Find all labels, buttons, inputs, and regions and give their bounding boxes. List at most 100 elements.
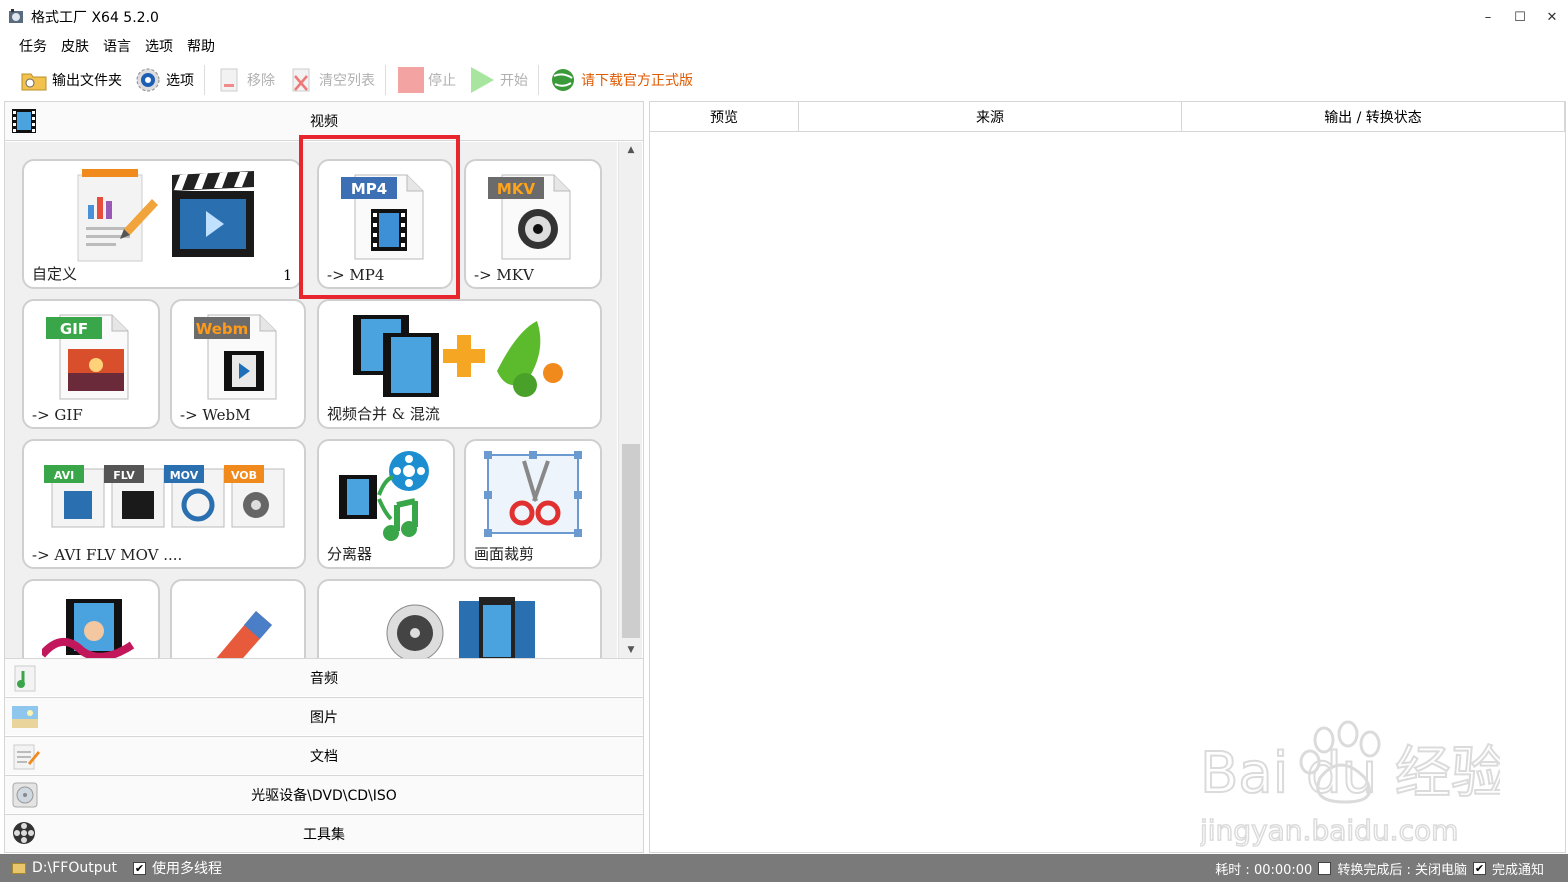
output-path[interactable]: D:\FFOutput	[32, 860, 117, 876]
mp4-badge-text: MP4	[351, 180, 387, 198]
menu-skin[interactable]: 皮肤	[54, 36, 96, 56]
mkv-badge-text: MKV	[497, 180, 536, 198]
category-video-header[interactable]: 视频	[5, 102, 643, 141]
tile-to-gif[interactable]: GIF -> GIF	[22, 299, 160, 429]
disc-drive-icon	[12, 782, 38, 808]
toolbar-divider	[385, 65, 386, 95]
tile-mp4-label: -> MP4	[327, 266, 385, 284]
after-convert-checkbox[interactable]	[1318, 861, 1332, 875]
tile-splitter[interactable]: 分离器	[317, 439, 455, 569]
document-chart-icon	[77, 169, 158, 262]
output-folder-button[interactable]: 输出文件夹	[14, 62, 128, 98]
music-note-icon	[14, 665, 36, 692]
tile-custom-label: 自定义	[32, 265, 78, 283]
tile-multi-label: -> AVI FLV MOV ....	[32, 546, 183, 564]
category-toolbox-label: 工具集	[303, 826, 345, 843]
window-title: 格式工厂 X64 5.2.0	[31, 10, 159, 26]
options-button[interactable]: 选项	[128, 62, 200, 98]
flv-badge-text: FLV	[113, 469, 135, 482]
webm-file-icon: Webm	[194, 314, 277, 400]
tile-mobile-device[interactable]	[317, 579, 602, 658]
folder-icon	[21, 73, 47, 91]
category-audio[interactable]: 音频	[5, 658, 643, 696]
scroll-thumb[interactable]	[622, 444, 640, 638]
tile-to-webm[interactable]: Webm -> WebM	[170, 299, 306, 429]
video-tools-scrollbar[interactable]: ▲ ▼	[618, 142, 642, 658]
globe-icon	[552, 69, 574, 91]
download-official-link[interactable]: 请下载官方正式版	[543, 62, 699, 98]
tile-eraser[interactable]	[170, 579, 306, 658]
column-output-status[interactable]: 输出 / 转换状态	[1182, 102, 1565, 131]
vob-badge-text: VOB	[231, 469, 257, 482]
film-reel-icon	[13, 822, 35, 844]
tile-to-mp4[interactable]: MP4 -> MP4	[317, 159, 453, 289]
output-folder-label: 输出文件夹	[52, 73, 122, 89]
remove-label: 移除	[247, 73, 275, 89]
options-label: 选项	[166, 73, 194, 89]
tile-custom[interactable]: 自定义 1	[22, 159, 302, 289]
play-icon	[471, 67, 494, 93]
tile-to-avi-flv-mov[interactable]: AVI FLV MOV VOB -> AVI FLV MOV ....	[22, 439, 306, 569]
tile-video-edit[interactable]	[22, 579, 160, 658]
category-image[interactable]: 图片	[5, 697, 643, 735]
clear-list-button[interactable]: 清空列表	[281, 62, 381, 98]
tile-gif-label: -> GIF	[32, 406, 83, 424]
gear-icon	[136, 68, 160, 92]
film-icon	[12, 109, 36, 133]
category-toolbox[interactable]: 工具集	[5, 814, 643, 852]
category-audio-label: 音频	[310, 670, 338, 687]
video-tools-grid: 自定义 1 MP4 -> MP4 MKV -> MKV GIF -> GIF W…	[5, 142, 617, 658]
category-document-label: 文档	[310, 748, 338, 765]
column-preview[interactable]: 预览	[650, 102, 799, 131]
tile-crop-label: 画面裁剪	[474, 545, 535, 563]
menu-language[interactable]: 语言	[96, 36, 138, 56]
category-document[interactable]: 文档	[5, 736, 643, 774]
column-source[interactable]: 来源	[799, 102, 1182, 131]
download-official-label: 请下载官方正式版	[581, 73, 693, 89]
menu-task[interactable]: 任务	[12, 36, 54, 56]
mov-badge-text: MOV	[170, 469, 199, 482]
minimize-button[interactable]: –	[1472, 0, 1504, 34]
multithread-label: 使用多线程	[151, 861, 222, 877]
start-label: 开始	[500, 73, 528, 89]
gif-badge-text: GIF	[60, 320, 88, 338]
watermark-brand: Bai du 经验	[1200, 741, 1500, 806]
scroll-up-icon[interactable]: ▲	[619, 142, 643, 158]
tile-crop[interactable]: 画面裁剪	[464, 439, 602, 569]
menu-options[interactable]: 选项	[138, 36, 180, 56]
mp4-file-icon: MP4	[341, 174, 424, 260]
multithread-checkbox[interactable]: ✔	[132, 861, 146, 875]
maximize-button[interactable]: ☐	[1504, 0, 1536, 34]
mkv-file-icon: MKV	[488, 174, 571, 260]
menu-help[interactable]: 帮助	[180, 36, 222, 56]
tile-mkv-label: -> MKV	[474, 266, 534, 284]
category-disc[interactable]: 光驱设备\DVD\CD\ISO	[5, 775, 643, 813]
stop-button[interactable]: 停止	[390, 62, 462, 98]
tile-merge-mux[interactable]: 视频合并 & 混流	[317, 299, 602, 429]
category-panel: 视频 自定义 1 MP4 -> MP4 MKV -> MKV GIF -> GI…	[4, 101, 644, 853]
toolbar: 输出文件夹 选项 移除 清空列表 停止 开始 请下载官方正式版	[0, 60, 1568, 100]
multi-format-icon: AVI FLV MOV VOB	[44, 465, 285, 528]
app-logo-icon	[9, 9, 23, 23]
splitter-icon	[339, 451, 429, 541]
gif-file-icon: GIF	[46, 314, 129, 400]
clear-list-icon	[292, 68, 310, 92]
scroll-down-icon[interactable]: ▼	[619, 642, 643, 658]
start-button[interactable]: 开始	[462, 62, 534, 98]
after-convert-label[interactable]: 转换完成后 : 关闭电脑	[1337, 859, 1467, 878]
stop-label: 停止	[428, 73, 456, 89]
document-icon	[13, 744, 40, 770]
tile-to-mkv[interactable]: MKV -> MKV	[464, 159, 602, 289]
clapperboard-icon	[172, 171, 254, 257]
elapsed-time: 耗时 : 00:00:00	[1215, 862, 1313, 878]
close-button[interactable]: ✕	[1536, 0, 1568, 34]
watermark-url: jingyan.baidu.com	[1200, 814, 1458, 847]
clear-list-label: 清空列表	[319, 73, 375, 89]
stop-icon	[398, 67, 424, 93]
remove-button[interactable]: 移除	[209, 62, 281, 98]
task-list-header: 预览 来源 输出 / 转换状态	[650, 102, 1565, 132]
notify-label: 完成通知	[1491, 862, 1544, 878]
baidu-watermark-logo: Bai du 经验 jingyan.baidu.com	[1200, 720, 1500, 848]
notify-checkbox[interactable]: ✔	[1472, 861, 1486, 875]
output-folder-small-icon	[12, 862, 26, 874]
